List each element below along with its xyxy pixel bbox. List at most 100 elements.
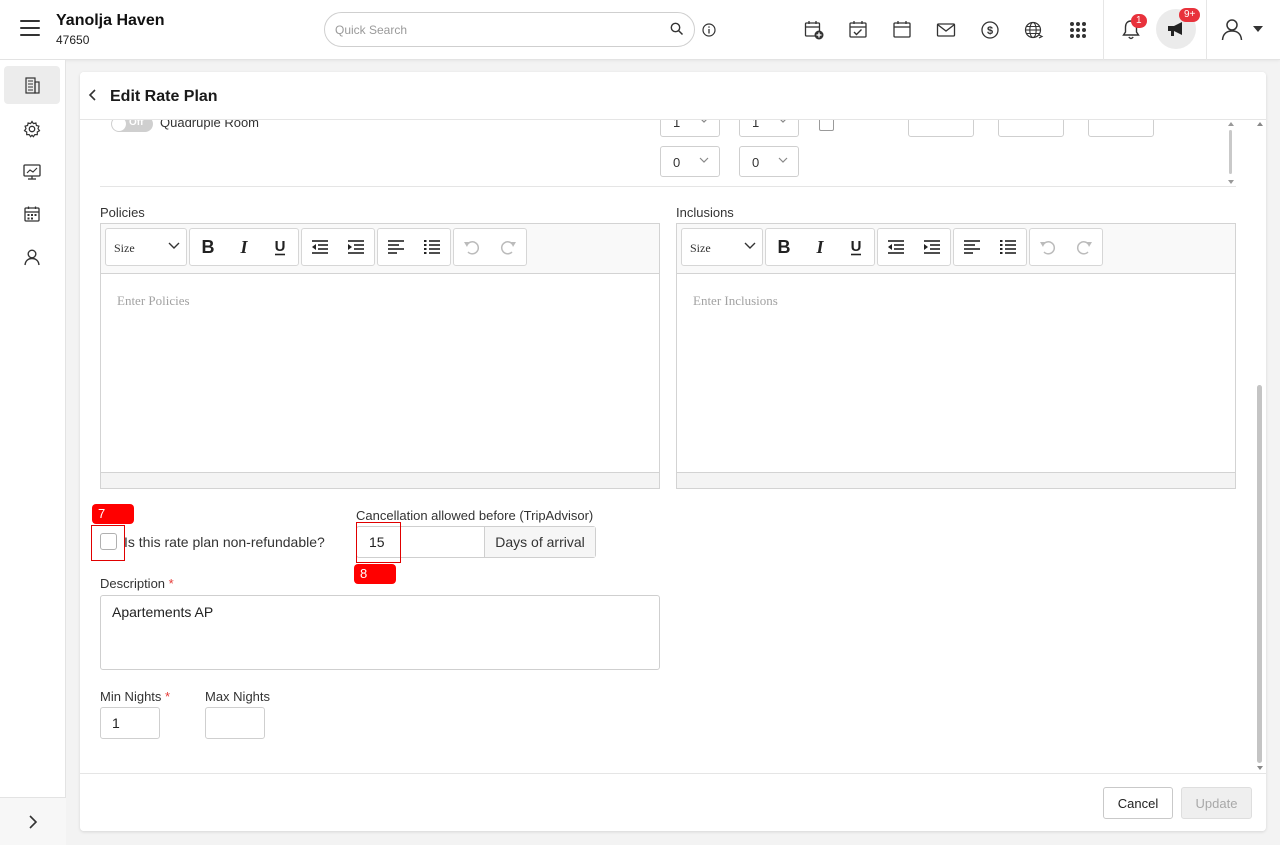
svg-text:U: U — [851, 238, 862, 255]
calendar-add-icon[interactable] — [803, 18, 847, 42]
ordered-list-icon[interactable] — [414, 229, 450, 265]
description-field[interactable]: Apartements AP — [100, 595, 660, 670]
align-left-icon[interactable] — [954, 229, 990, 265]
room-list-scrollbar[interactable] — [1226, 120, 1236, 186]
redo-icon[interactable] — [1066, 229, 1102, 265]
indent-group — [877, 228, 951, 266]
sidebar-item-profile[interactable] — [4, 238, 60, 276]
svg-text:$: $ — [987, 25, 993, 37]
size-label: Size — [114, 241, 135, 255]
undo-icon[interactable] — [1030, 229, 1066, 265]
notifications-badge: 1 — [1131, 14, 1147, 28]
toggle-label: Off — [129, 120, 144, 128]
font-size-select[interactable]: Size — [681, 228, 763, 266]
policies-editor: Size B I U Enter Policies — [100, 223, 660, 489]
room-toggle[interactable]: Off — [111, 120, 153, 132]
room-rate-input[interactable] — [998, 120, 1064, 137]
max-nights-input[interactable] — [205, 707, 265, 739]
update-button[interactable]: Update — [1181, 787, 1252, 819]
policies-text-area[interactable]: Enter Policies — [101, 274, 659, 474]
chevron-down-icon — [699, 157, 709, 163]
user-menu[interactable] — [1220, 17, 1264, 41]
cancel-button[interactable]: Cancel — [1103, 787, 1173, 819]
rate-plan-card: Edit Rate Plan Off Quadruple Room 1 1 0 … — [80, 72, 1266, 831]
cancellation-days-input[interactable] — [357, 527, 484, 557]
ordered-list-icon[interactable] — [990, 229, 1026, 265]
bold-icon[interactable]: B — [190, 229, 226, 265]
bold-icon[interactable]: B — [766, 229, 802, 265]
announcements-badge: 9+ — [1179, 8, 1201, 22]
sidebar-item-calendar[interactable] — [4, 195, 60, 233]
outdent-icon[interactable] — [878, 229, 914, 265]
calendar-icon[interactable] — [891, 18, 935, 42]
non-refundable-checkbox[interactable] — [100, 533, 117, 550]
min-nights-input[interactable] — [100, 707, 160, 739]
search-icon[interactable] — [670, 22, 684, 41]
cancellation-addon: Days of arrival — [484, 527, 595, 557]
indent-icon[interactable] — [338, 229, 374, 265]
room-rate-input[interactable] — [1088, 120, 1154, 137]
top-bar: Yanolja Haven 47650 $ — [0, 0, 1280, 60]
min-nights-label: Min Nights * — [100, 689, 170, 704]
apps-grid-icon[interactable] — [1067, 18, 1111, 42]
italic-icon[interactable]: I — [802, 229, 838, 265]
undo-icon[interactable] — [454, 229, 490, 265]
font-size-select[interactable]: Size — [105, 228, 187, 266]
editor-statusbar — [677, 472, 1235, 488]
inclusions-text-area[interactable]: Enter Inclusions — [677, 274, 1235, 474]
calendar-check-icon[interactable] — [847, 18, 891, 42]
required-mark: * — [165, 689, 171, 704]
globe-icon[interactable] — [1023, 18, 1067, 42]
chevron-down-icon — [778, 157, 788, 163]
room-select-children[interactable]: 1 — [739, 120, 799, 137]
scrollbar-thumb[interactable] — [1257, 385, 1262, 763]
cancellation-input-group: Days of arrival — [356, 526, 596, 558]
format-group: B I U — [189, 228, 299, 266]
svg-text:U: U — [275, 238, 286, 255]
divider — [1103, 0, 1104, 60]
room-checkbox[interactable] — [819, 120, 834, 131]
room-name: Quadruple Room — [160, 120, 259, 130]
min-nights-label-text: Min Nights — [100, 689, 162, 704]
sidebar-item-property[interactable] — [4, 66, 60, 104]
back-button[interactable] — [86, 86, 100, 109]
underline-icon[interactable]: U — [262, 229, 298, 265]
underline-icon[interactable]: U — [838, 229, 874, 265]
outdent-icon[interactable] — [302, 229, 338, 265]
svg-text:B: B — [202, 238, 215, 256]
mail-icon[interactable] — [935, 18, 979, 42]
chevron-right-icon — [29, 814, 38, 829]
room-select-extra-children[interactable]: 0 — [739, 146, 799, 177]
page-scrollbar[interactable] — [1254, 120, 1266, 773]
indent-icon[interactable] — [914, 229, 950, 265]
select-value: 1 — [752, 120, 760, 130]
search-input[interactable] — [335, 21, 655, 39]
description-label: Description * — [100, 576, 174, 591]
room-select-extra-adults[interactable]: 0 — [660, 146, 720, 177]
dollar-icon[interactable]: $ — [979, 18, 1023, 42]
redo-icon[interactable] — [490, 229, 526, 265]
menu-icon[interactable] — [20, 20, 40, 36]
svg-text:I: I — [815, 238, 824, 256]
room-select-adults[interactable]: 1 — [660, 120, 720, 137]
quick-search — [324, 12, 695, 47]
cancellation-label: Cancellation allowed before (TripAdvisor… — [356, 508, 594, 523]
marker-tag-8: 8 — [354, 564, 396, 584]
megaphone-icon — [1168, 22, 1182, 36]
page-title: Edit Rate Plan — [110, 88, 218, 105]
inclusions-editor: Size B I U Enter Inclusions — [676, 223, 1236, 489]
settings-icon — [23, 120, 41, 138]
sidebar-item-monitor[interactable] — [4, 153, 60, 191]
sidebar-expand-button[interactable] — [0, 797, 66, 845]
description-label-text: Description — [100, 576, 166, 591]
non-refundable-label: Is this rate plan non-refundable? — [124, 534, 325, 550]
chevron-down-icon — [168, 242, 180, 249]
align-left-icon[interactable] — [378, 229, 414, 265]
editor-placeholder: Enter Policies — [117, 293, 190, 308]
chevron-left-icon — [88, 89, 96, 101]
room-rate-input[interactable] — [908, 120, 974, 137]
info-icon[interactable] — [702, 23, 716, 42]
italic-icon[interactable]: I — [226, 229, 262, 265]
policies-label: Policies — [100, 205, 145, 220]
sidebar-item-settings[interactable] — [4, 110, 60, 148]
